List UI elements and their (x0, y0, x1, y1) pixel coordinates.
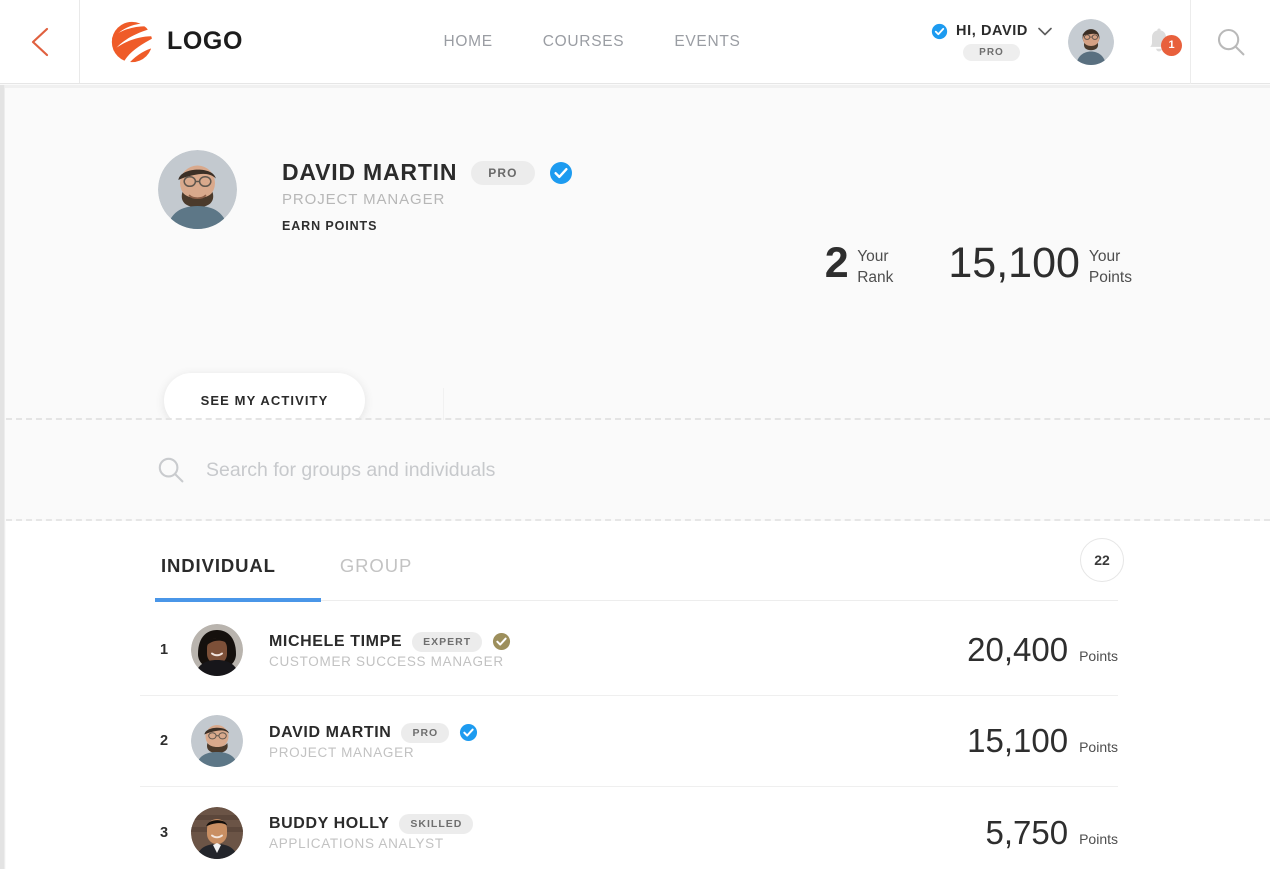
stat-rank-label: Your Rank (857, 243, 893, 289)
row-rank: 1 (159, 642, 169, 658)
row-points-value: 20,400 (967, 631, 1069, 668)
profile-texts: DAVID MARTIN PRO PROJECT MANAGER EARN PO… (282, 150, 573, 233)
chevron-down-icon (1038, 27, 1052, 35)
nav-item-events[interactable]: EVENTS (674, 33, 740, 51)
header-pro-badge: PRO (963, 43, 1020, 61)
tab-active-indicator (155, 598, 321, 602)
verified-check-icon (931, 23, 948, 39)
verified-check-icon (493, 632, 511, 651)
leaderboard-rows: 1 MICHELE TIMPE EXPERT CUSTOMER SUCCESS … (140, 605, 1118, 869)
row-tier-badge: EXPERT (412, 631, 483, 652)
profile-role: PROJECT MANAGER (282, 191, 446, 208)
row-name-line: BUDDY HOLLY SKILLED (269, 814, 985, 834)
profile-pro-badge: PRO (471, 160, 535, 185)
row-points-label: Points (1079, 830, 1118, 847)
logo-text: LOGO (167, 27, 244, 55)
row-points-label: Points (1079, 739, 1118, 755)
tab-group[interactable]: GROUP (340, 539, 412, 577)
search-input[interactable] (206, 458, 726, 482)
search-band (6, 420, 1270, 520)
stat-rank-label-line1: Your (857, 248, 889, 265)
stat-points-label-line1: Your (1088, 248, 1121, 265)
chevron-left-icon (31, 27, 48, 56)
tab-individual[interactable]: INDIVIDUAL (161, 539, 276, 577)
verified-check-icon (460, 723, 478, 742)
back-button[interactable] (0, 0, 80, 83)
left-scroll-rail[interactable] (0, 85, 5, 869)
row-avatar (191, 715, 243, 767)
row-avatar (191, 624, 243, 676)
user-greeting-block: HI, DAVID PRO (931, 23, 1052, 61)
row-points-label: Points (1079, 648, 1118, 664)
verified-check-icon (549, 161, 572, 184)
user-menu-trigger[interactable]: HI, DAVID (931, 23, 1052, 40)
leaderboard-tabs: INDIVIDUAL GROUP (155, 539, 1125, 605)
row-points: 20,400 Points (967, 631, 1118, 669)
row-tier-badge: PRO (401, 722, 450, 743)
row-info: BUDDY HOLLY SKILLED APPLICATIONS ANALYST (269, 814, 985, 851)
table-row[interactable]: 3 BUDDY HOLLY SKILLED APPLICATIONS ANALY… (140, 787, 1118, 869)
row-points: 5,750 Points (985, 814, 1118, 852)
user-avatar-buddy (191, 806, 243, 859)
user-avatar-michele (191, 624, 243, 676)
profile-stats: 2 Your Rank 15,100 Your Points (824, 239, 1132, 289)
profile-avatar[interactable] (158, 150, 237, 229)
nav-item-courses[interactable]: COURSES (543, 33, 625, 51)
row-info: DAVID MARTIN PRO PROJECT MANAGER (269, 722, 967, 760)
stat-points-label: Your Points (1089, 243, 1132, 289)
search-icon (1217, 28, 1244, 55)
row-role: APPLICATIONS ANALYST (269, 836, 444, 851)
user-zone: HI, DAVID PRO 1 (931, 0, 1270, 84)
row-name-line: MICHELE TIMPE EXPERT (269, 631, 967, 652)
app-root: LOGO HOME COURSES EVENTS HI, DAVID PRO 1… (0, 0, 1270, 869)
row-rank: 2 (159, 733, 169, 749)
header-search-button[interactable] (1190, 0, 1270, 84)
stat-rank-value: 2 (824, 239, 849, 287)
top-header: LOGO HOME COURSES EVENTS HI, DAVID PRO 1 (0, 0, 1270, 84)
table-row[interactable]: 1 MICHELE TIMPE EXPERT CUSTOMER SUCCESS … (140, 605, 1118, 696)
profile-hero: DAVID MARTIN PRO PROJECT MANAGER EARN PO… (6, 88, 1270, 428)
row-info: MICHELE TIMPE EXPERT CUSTOMER SUCCESS MA… (269, 631, 967, 669)
profile-name-row: DAVID MARTIN PRO (282, 159, 573, 186)
notification-count-badge: 1 (1161, 34, 1182, 56)
profile-name: DAVID MARTIN (282, 159, 458, 185)
profile-summary: DAVID MARTIN PRO PROJECT MANAGER EARN PO… (158, 150, 573, 233)
stat-points-label-line2: Points (1088, 268, 1132, 286)
stat-points-value: 15,100 (948, 239, 1080, 287)
row-role: CUSTOMER SUCCESS MANAGER (269, 653, 504, 669)
row-points: 15,100 Points (967, 722, 1118, 760)
header-avatar[interactable] (1068, 18, 1114, 65)
row-avatar (191, 806, 243, 859)
leaderboard-count-badge[interactable]: 22 (1080, 538, 1124, 582)
table-row[interactable]: 2 DAVID MARTIN PRO PROJECT MANAGER 15,10… (140, 696, 1118, 787)
row-points-value: 5,750 (985, 813, 1069, 851)
user-avatar-david (191, 715, 243, 767)
notifications-button[interactable]: 1 (1128, 27, 1190, 57)
user-greeting-text: HI, DAVID (956, 23, 1028, 39)
row-name: BUDDY HOLLY (269, 815, 390, 832)
swoosh-globe-logo (111, 21, 153, 62)
row-rank: 3 (159, 824, 169, 841)
hero-faint-divider (443, 388, 444, 422)
row-tier-badge: SKILLED (399, 814, 474, 834)
row-role: PROJECT MANAGER (269, 744, 415, 760)
earn-points-link[interactable]: EARN POINTS (282, 219, 573, 233)
search-field-wrap[interactable] (156, 455, 756, 485)
row-points-value: 15,100 (967, 722, 1069, 759)
stat-rank-label-line2: Rank (857, 268, 894, 286)
nav-item-home[interactable]: HOME (443, 33, 492, 51)
logo-link[interactable]: LOGO (80, 0, 243, 83)
main-nav: HOME COURSES EVENTS (253, 0, 931, 83)
stat-points: 15,100 Your Points (948, 239, 1132, 289)
row-name-line: DAVID MARTIN PRO (269, 722, 967, 743)
user-avatar (1068, 18, 1114, 65)
search-icon (158, 457, 184, 483)
user-avatar-large (158, 150, 237, 229)
row-name: DAVID MARTIN (269, 723, 392, 741)
row-name: MICHELE TIMPE (269, 632, 403, 650)
stat-rank: 2 Your Rank (824, 239, 894, 289)
